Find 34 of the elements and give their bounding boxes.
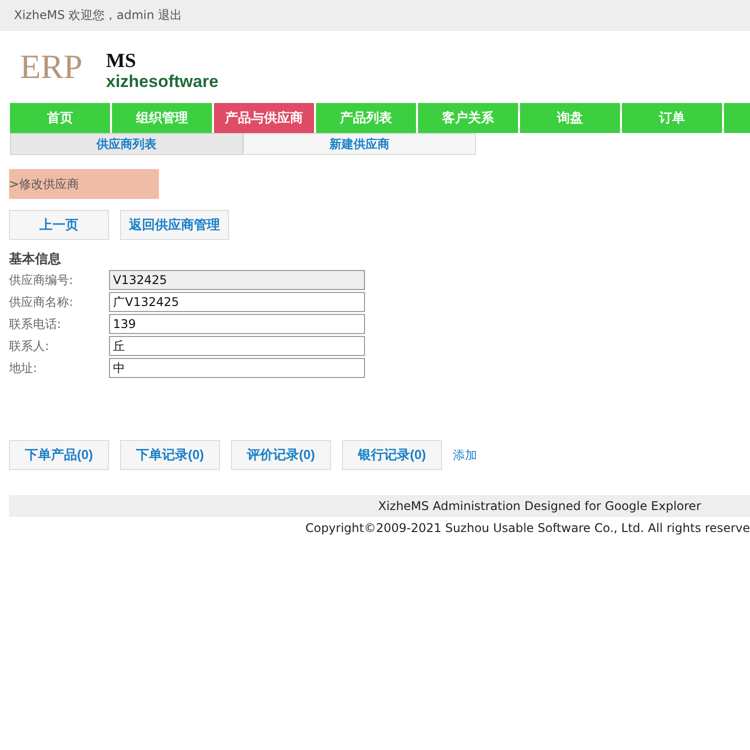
nav-tab[interactable]: 产品列表 — [316, 103, 416, 133]
copyright-text: Copyright©2009-2021 Suzhou Usable Software Co., Ltd. All rights reserve — [304, 521, 750, 535]
input-field[interactable]: 139 — [109, 314, 365, 334]
nav-tab[interactable]: 客户关系 — [418, 103, 518, 133]
add-link[interactable]: 添加 — [453, 446, 477, 464]
field-label: 地址: — [9, 360, 38, 376]
footer-text: XizheMS Administration Designed for Google Explorer — [378, 499, 701, 513]
logo-subtitle: xizhesoftware — [106, 73, 218, 90]
sub-tab[interactable]: 供应商列表 — [10, 133, 243, 155]
field-label: 联系人: — [9, 338, 50, 354]
nav-button[interactable]: 返回供应商管理 — [120, 210, 229, 240]
nav-tab[interactable]: 组织管理 — [112, 103, 212, 133]
nav-tab[interactable]: 询盘 — [520, 103, 620, 133]
field-label: 联系电话: — [9, 316, 62, 332]
logo-title: MS — [106, 51, 137, 71]
nav-tab[interactable]: 订单 — [622, 103, 722, 133]
input-field[interactable]: 丘 — [109, 336, 365, 356]
welcome-text: XizheMS 欢迎您，admin — [14, 7, 154, 24]
logout-link[interactable]: 退出 — [158, 7, 182, 24]
input-field[interactable]: 广V132425 — [109, 292, 365, 312]
field-label: 供应商名称: — [9, 294, 74, 310]
logo-text: ERP — [20, 51, 84, 85]
record-button[interactable]: 下单记录(0) — [120, 440, 220, 470]
field-label: 供应商编号: — [9, 272, 74, 288]
breadcrumb: >修改供应商 — [9, 169, 159, 199]
sub-tab[interactable]: 新建供应商 — [243, 133, 476, 155]
nav-tab[interactable]: 产品与供应商 — [214, 103, 314, 133]
record-button[interactable]: 下单产品(0) — [9, 440, 109, 470]
record-button[interactable]: 评价记录(0) — [231, 440, 331, 470]
input-field[interactable]: 中 — [109, 358, 365, 378]
record-button[interactable]: 银行记录(0) — [342, 440, 442, 470]
nav-button[interactable]: 上一页 — [9, 210, 109, 240]
section-title: 基本信息 — [9, 251, 62, 268]
nav-tab[interactable]: 首页 — [10, 103, 110, 133]
